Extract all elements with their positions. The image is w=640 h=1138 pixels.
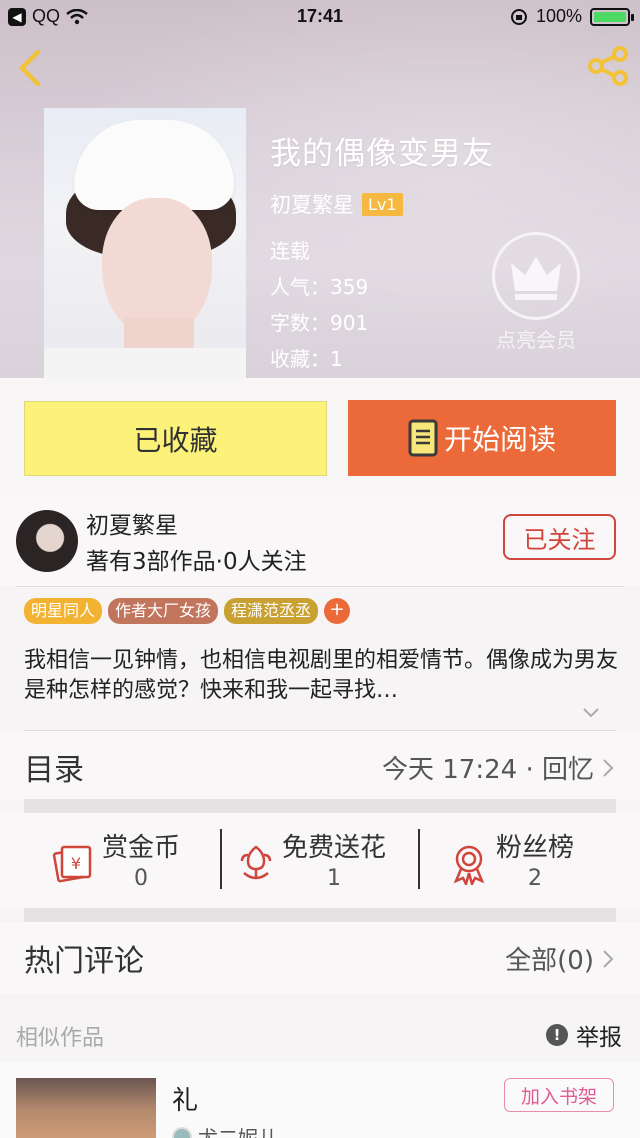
book-popularity: 人气：359	[270, 275, 369, 299]
gift-label: 粉丝榜	[496, 833, 575, 863]
follow-button[interactable]: 已关注	[503, 514, 616, 560]
book-meta: 连载 人气：359 字数：901 收藏：1	[270, 233, 494, 377]
author-card[interactable]: 初夏繁星 著有3部作品·0人关注 已关注	[0, 496, 640, 586]
chevron-right-icon	[603, 758, 614, 777]
chevron-right-icon	[603, 949, 614, 968]
catalog-latest-text: 今天 17:24 · 回忆	[382, 755, 594, 785]
section-separator	[24, 799, 616, 813]
tag-item[interactable]: 明星同人	[24, 598, 103, 624]
gift-label: 免费送花	[282, 833, 387, 863]
fan-ranking-button[interactable]: 粉丝榜 2	[450, 827, 574, 891]
book-info: 我的偶像变男友 初夏繁星 Lv1 连载 人气：359 字数：901 收藏：1	[270, 128, 494, 377]
report-label: 举报	[576, 1025, 622, 1051]
book-header: ◀ QQ 17:41 100% 我的偶像变男友 初夏繁星 Lv1 连载 人气：3…	[0, 0, 640, 378]
tag-list: 明星同人 作者大厂女孩 程潇范丞丞 +	[24, 598, 351, 624]
catalog-latest: 今天 17:24 · 回忆	[382, 749, 614, 786]
all-comments-label: 全部(0)	[505, 946, 594, 976]
send-flower-button[interactable]: 免费送花 1	[238, 827, 386, 891]
vip-badge[interactable]: 点亮会员	[488, 232, 584, 353]
similar-book-author: 尤二妮儿	[172, 1122, 278, 1138]
follow-button-label: 已关注	[523, 525, 596, 554]
book-status: 连载	[270, 239, 310, 263]
hot-comments-title: 热门评论	[24, 944, 144, 979]
tag-item[interactable]: 程潇范丞丞	[224, 598, 319, 624]
similar-works-header: 相似作品 ! 举报	[0, 1000, 640, 1060]
add-to-shelf-label: 加入书架	[520, 1085, 597, 1108]
hot-comments-row[interactable]: 热门评论 全部(0)	[0, 922, 640, 994]
divider	[220, 829, 222, 889]
coin-reward-button[interactable]: ¥ 赏金币 0	[52, 827, 180, 891]
similar-book-title: 礼	[172, 1086, 199, 1116]
catalog-row[interactable]: 目录 今天 17:24 · 回忆	[0, 731, 640, 799]
flower-icon	[240, 845, 272, 880]
action-buttons: 已收藏 开始阅读	[0, 378, 640, 496]
author-card-stats: 著有3部作品·0人关注	[86, 549, 307, 575]
gift-label: 赏金币	[102, 833, 181, 863]
author-level-badge: Lv1	[362, 192, 403, 216]
book-icon	[408, 419, 438, 457]
section-separator	[24, 908, 616, 922]
similar-works-title: 相似作品	[16, 1026, 105, 1051]
author-card-name: 初夏繁星	[86, 513, 178, 539]
book-author-line: 初夏繁星 Lv1	[270, 189, 494, 219]
book-description[interactable]: 我相信一见钟情，也相信电视剧里的相爱情节。偶像成为男友是种怎样的感觉？快来和我一…	[24, 646, 620, 706]
divider	[418, 829, 420, 889]
chevron-down-icon[interactable]	[582, 706, 600, 720]
coin-envelope-icon: ¥	[52, 845, 92, 883]
vip-label: 点亮会员	[496, 328, 576, 352]
author-avatar	[172, 1126, 192, 1138]
add-tag-button[interactable]: +	[324, 598, 351, 624]
gift-row: ¥ 赏金币 0 免费送花 1 粉丝榜 2	[0, 813, 640, 908]
report-button[interactable]: ! 举报	[546, 1018, 622, 1052]
crown-icon	[492, 232, 580, 320]
status-bar: ◀ QQ 17:41 100%	[0, 0, 640, 34]
gift-count: 0	[134, 866, 148, 891]
all-comments-link[interactable]: 全部(0)	[505, 940, 614, 977]
author-avatar[interactable]	[16, 510, 78, 572]
catalog-title: 目录	[24, 753, 84, 788]
favorite-button[interactable]: 已收藏	[24, 401, 327, 476]
gift-count: 2	[528, 866, 542, 891]
book-author[interactable]: 初夏繁星	[270, 189, 354, 219]
battery-percent: 100%	[535, 6, 582, 26]
book-cover-image[interactable]	[44, 108, 246, 378]
svg-text:¥: ¥	[71, 854, 81, 873]
similar-book-cover[interactable]	[16, 1078, 156, 1138]
book-favorites: 收藏：1	[270, 347, 343, 371]
battery-icon	[590, 7, 634, 26]
tag-item[interactable]: 作者大厂女孩	[108, 598, 219, 624]
favorite-button-label: 已收藏	[133, 423, 218, 457]
back-arrow-icon[interactable]	[14, 46, 48, 90]
divider	[16, 586, 624, 587]
book-word-count: 字数：901	[270, 311, 369, 335]
share-icon[interactable]	[586, 44, 630, 88]
list-item[interactable]: 礼 尤二妮儿 加入书架	[0, 1062, 640, 1138]
rotation-lock-icon	[510, 8, 527, 25]
alert-icon: !	[546, 1024, 568, 1046]
medal-icon	[453, 845, 485, 885]
similar-book-author-name: 尤二妮儿	[198, 1126, 278, 1138]
start-reading-button[interactable]: 开始阅读	[348, 400, 616, 476]
status-right: 100%	[510, 6, 634, 27]
book-title: 我的偶像变男友	[270, 136, 494, 172]
add-to-shelf-button[interactable]: 加入书架	[504, 1078, 614, 1112]
start-reading-label: 开始阅读	[443, 423, 556, 456]
gift-count: 1	[327, 866, 341, 891]
